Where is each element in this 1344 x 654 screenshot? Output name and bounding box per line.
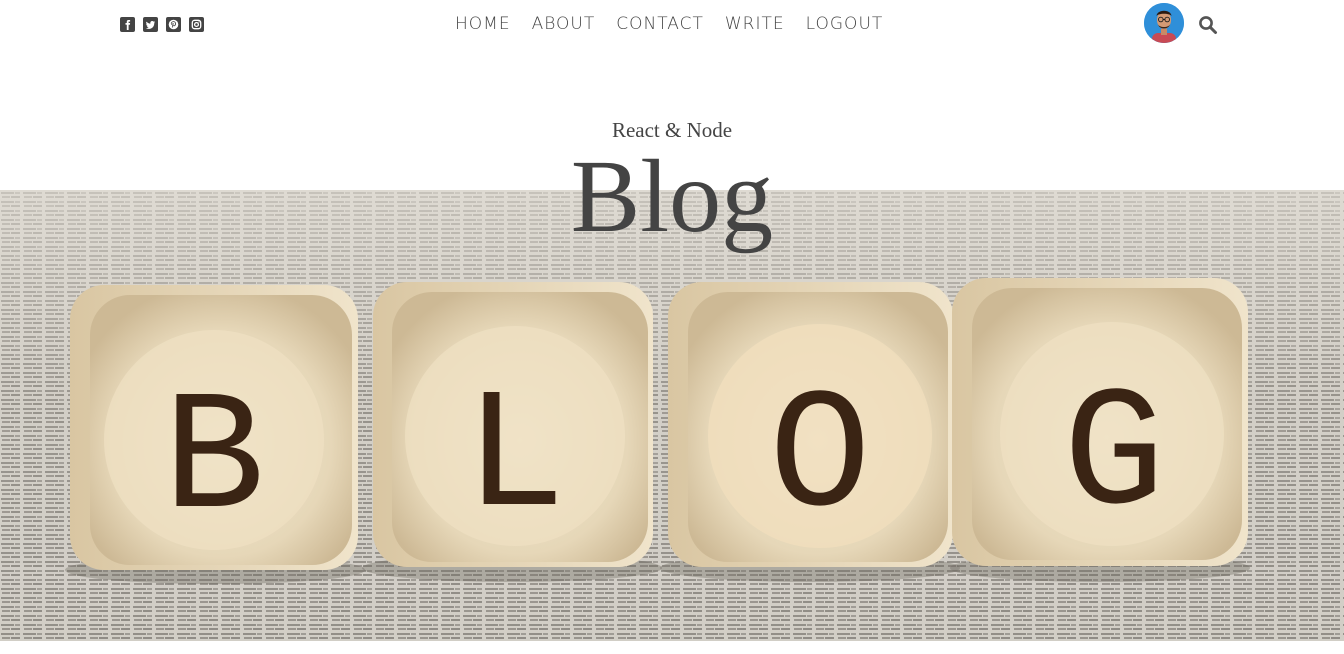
social-links bbox=[120, 17, 204, 32]
block-letter-o: O bbox=[769, 363, 871, 556]
nav-write[interactable]: WRITE bbox=[725, 14, 785, 34]
wood-block-b: B bbox=[70, 285, 358, 570]
nav-about[interactable]: ABOUT bbox=[532, 14, 596, 34]
block-letter-b: B bbox=[163, 365, 265, 558]
search-icon[interactable] bbox=[1198, 15, 1218, 35]
pinterest-square-icon[interactable] bbox=[166, 17, 181, 32]
wood-block-g: G bbox=[952, 278, 1248, 566]
block-letter-l: L bbox=[464, 363, 566, 556]
top-bar: HOME ABOUT CONTACT WRITE LOGOUT bbox=[0, 0, 1344, 50]
twitter-square-icon[interactable] bbox=[143, 17, 158, 32]
main-nav: HOME ABOUT CONTACT WRITE LOGOUT bbox=[455, 14, 883, 34]
nav-home[interactable]: HOME bbox=[455, 14, 511, 34]
avatar[interactable] bbox=[1144, 3, 1184, 43]
nav-logout[interactable]: LOGOUT bbox=[806, 14, 884, 34]
block-letter-g: G bbox=[1063, 361, 1165, 554]
header-title: Blog bbox=[570, 139, 774, 254]
instagram-square-icon[interactable] bbox=[189, 17, 204, 32]
avatar-image bbox=[1144, 3, 1184, 43]
wood-block-o: O bbox=[668, 282, 953, 567]
nav-contact[interactable]: CONTACT bbox=[616, 14, 704, 34]
wood-block-l: L bbox=[373, 282, 653, 567]
facebook-square-icon[interactable] bbox=[120, 17, 135, 32]
